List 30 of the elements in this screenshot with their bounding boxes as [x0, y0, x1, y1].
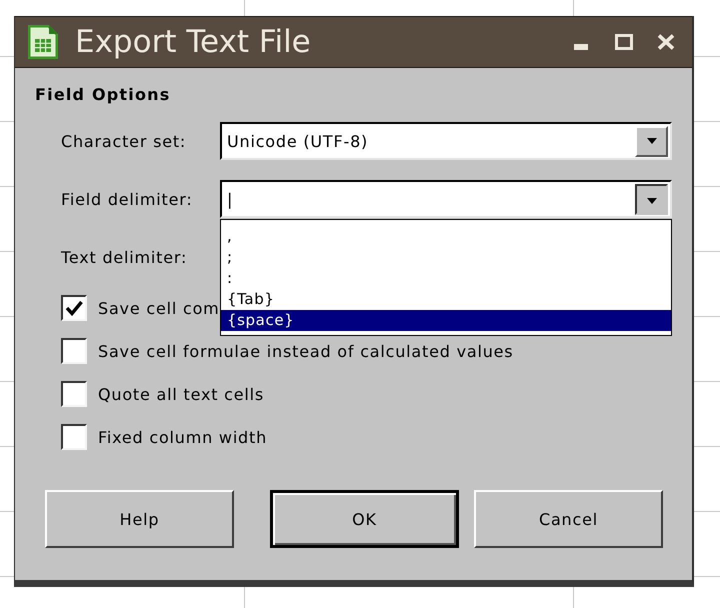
checkbox-label[interactable]: Save cell com: [98, 298, 220, 318]
dropdown-option[interactable]: {space}: [221, 310, 671, 331]
dropdown-option[interactable]: ;: [221, 247, 671, 268]
caret-icon: [646, 198, 656, 204]
checkbox[interactable]: [61, 295, 87, 321]
dropdown-button[interactable]: [635, 184, 668, 214]
field-label: Field delimiter:: [61, 190, 194, 208]
dropdown-option[interactable]: :: [221, 268, 671, 289]
close-icon[interactable]: [657, 34, 675, 50]
spreadsheet-icon: [27, 24, 59, 60]
combo-box[interactable]: Unicode (UTF-8): [220, 122, 672, 160]
maximize-icon[interactable]: [615, 34, 633, 50]
dialog-button[interactable]: Help: [45, 490, 234, 548]
checkbox[interactable]: [61, 424, 87, 450]
field-label: Character set:: [61, 132, 188, 150]
checkbox[interactable]: [61, 338, 87, 364]
caret-icon: [646, 138, 656, 144]
checkbox-label[interactable]: Save cell formulae instead of calculated values: [98, 342, 514, 360]
dropdown-option[interactable]: ,: [221, 226, 671, 247]
checkmark-icon: [65, 300, 83, 316]
section-heading: Field Options: [35, 86, 170, 104]
dialog-button[interactable]: Cancel: [474, 490, 663, 548]
checkbox-label[interactable]: Fixed column width: [98, 428, 268, 446]
combo-box[interactable]: |: [220, 180, 672, 218]
checkbox-label[interactable]: Quote all text cells: [98, 384, 264, 404]
field-label: Text delimiter:: [61, 248, 188, 266]
dropdown-option[interactable]: {Tab}: [221, 289, 671, 310]
window-title: Export Text File: [75, 24, 311, 60]
dialog-button[interactable]: OK: [270, 490, 459, 548]
checkbox[interactable]: [61, 381, 87, 407]
